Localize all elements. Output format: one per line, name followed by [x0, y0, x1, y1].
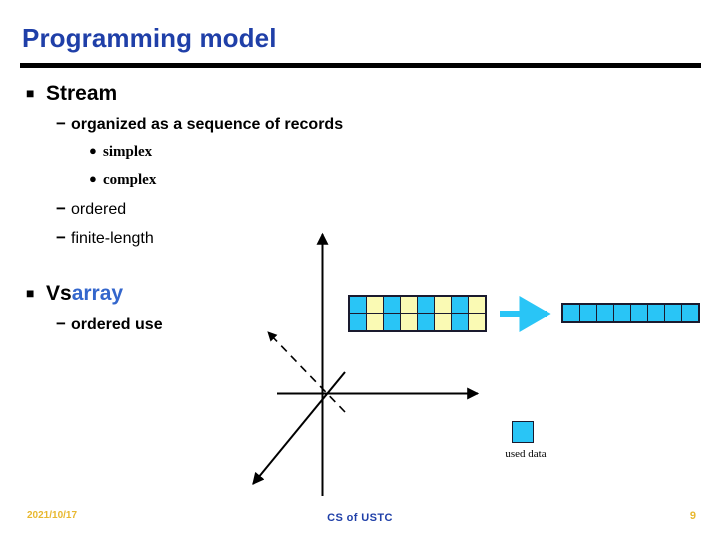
- list-item: − ordered: [56, 194, 470, 223]
- list-item: ■ Stream: [26, 78, 470, 109]
- page-title: Programming model: [22, 23, 277, 53]
- grid-cell-unused: [468, 296, 486, 314]
- grid-cell-used: [451, 296, 469, 314]
- list-item-label: simplex: [103, 144, 153, 160]
- slide: Programming model ■ Stream − organized as …: [0, 0, 720, 540]
- grid-cell-used: [383, 313, 401, 331]
- legend-label: used data: [505, 448, 547, 460]
- footer-organization: CS of USTC: [327, 512, 393, 524]
- list-item-label: Vs: [46, 282, 72, 305]
- grid-cell-unused: [468, 313, 486, 331]
- list-item-accent-label: array: [71, 282, 124, 305]
- list-item-label: finite-length: [71, 230, 154, 247]
- list-item: − organized as a sequence of records: [56, 109, 470, 138]
- grid-cell-used: [417, 296, 435, 314]
- grid-cell-used: [383, 296, 401, 314]
- list-item-label: complex: [103, 172, 157, 188]
- table-row: [349, 313, 486, 331]
- grid-cell-used: [417, 313, 435, 331]
- array-cell-used: [681, 304, 699, 322]
- footer-page-number: 9: [689, 510, 696, 522]
- list-item-label: Stream: [46, 82, 118, 105]
- grid-cell-unused: [400, 313, 418, 331]
- array-cell-used: [664, 304, 682, 322]
- grid-cell-unused: [400, 296, 418, 314]
- array-cell-used: [596, 304, 614, 322]
- array-cell-used: [647, 304, 665, 322]
- dash-bullet-icon: −: [56, 199, 66, 218]
- diagonal-axis-arrow: [252, 371, 346, 485]
- grid-cell-used: [349, 313, 367, 331]
- dash-bullet-icon: −: [56, 114, 66, 133]
- array-cell-used: [613, 304, 631, 322]
- grid-cell-used: [349, 296, 367, 314]
- packed-array-table: [562, 304, 699, 322]
- list-item-label: organized as a sequence of records: [71, 116, 344, 133]
- round-bullet-icon: ●: [89, 143, 97, 158]
- dash-bullet-icon: −: [56, 228, 66, 247]
- square-bullet-icon: ■: [26, 85, 35, 101]
- square-bullet-icon: ■: [26, 285, 35, 301]
- list-item-label: ordered: [71, 201, 127, 218]
- array-cell-used: [562, 304, 580, 322]
- round-bullet-icon: ●: [89, 171, 97, 186]
- grid-cell-unused: [366, 313, 384, 331]
- array-cell-used: [579, 304, 597, 322]
- legend-swatch: [512, 421, 534, 443]
- list-item: ● simplex: [89, 138, 470, 166]
- list-item: ● complex: [89, 166, 470, 194]
- grid-cell-unused: [434, 296, 452, 314]
- grid-cell-unused: [434, 313, 452, 331]
- depth-axis-arrow: [267, 331, 346, 413]
- memory-grid: [348, 295, 487, 332]
- array-cell-used: [630, 304, 648, 322]
- grid-cell-unused: [366, 296, 384, 314]
- memory-grid-table: [349, 296, 486, 331]
- grid-cell-used: [451, 313, 469, 331]
- dash-bullet-icon: −: [56, 314, 66, 333]
- title-divider: [20, 63, 701, 68]
- packed-array: [561, 303, 700, 323]
- list-item: − finite-length: [56, 223, 470, 252]
- table-row: [562, 304, 699, 322]
- table-row: [349, 296, 486, 314]
- list-item-label: ordered use: [71, 316, 163, 333]
